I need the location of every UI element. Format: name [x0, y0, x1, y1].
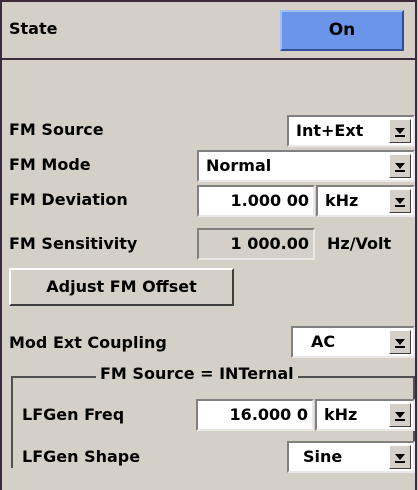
fm-deviation-unit-select[interactable]: kHz — [316, 185, 415, 217]
lfgen-freq-label: LFGen Freq — [22, 405, 125, 424]
lfgen-freq-unit-dropdown-button[interactable] — [389, 403, 411, 427]
state-label: State — [9, 19, 58, 38]
state-toggle-button[interactable]: On — [280, 10, 404, 51]
fm-source-select[interactable]: Int+Ext — [287, 115, 415, 147]
chevron-down-icon — [395, 163, 405, 169]
fm-deviation-input[interactable]: 1.000 00 — [197, 185, 315, 217]
state-value: On — [328, 20, 356, 40]
mod-ext-coupling-label: Mod Ext Coupling — [9, 333, 167, 352]
fm-source-label: FM Source — [9, 120, 104, 139]
fm-sensitivity-value: 1 000.00 — [197, 228, 315, 260]
mod-ext-coupling-value: AC — [311, 332, 336, 351]
chevron-down-icon — [395, 128, 405, 134]
fm-mode-label: FM Mode — [9, 155, 91, 174]
fm-sensitivity-unit: Hz/Volt — [327, 234, 392, 253]
mod-ext-coupling-select[interactable]: AC — [291, 326, 415, 358]
lfgen-shape-dropdown-button[interactable] — [389, 445, 411, 469]
lfgen-shape-value: Sine — [303, 447, 343, 466]
fm-mode-value: Normal — [206, 156, 272, 175]
fm-sensitivity-label: FM Sensitivity — [9, 234, 138, 253]
chevron-down-icon — [395, 412, 405, 418]
lfgen-freq-unit-select[interactable]: kHz — [315, 399, 415, 431]
chevron-down-icon — [395, 454, 405, 460]
fm-deviation-unit: kHz — [325, 191, 359, 210]
lfgen-shape-label: LFGen Shape — [22, 447, 141, 466]
lfgen-shape-select[interactable]: Sine — [287, 441, 415, 473]
fm-deviation-label: FM Deviation — [9, 190, 128, 209]
fm-source-dropdown-button[interactable] — [389, 119, 411, 143]
mod-ext-coupling-dropdown-button[interactable] — [389, 330, 411, 354]
fm-deviation-unit-dropdown-button[interactable] — [389, 189, 411, 213]
fm-mode-dropdown-button[interactable] — [389, 154, 411, 178]
chevron-down-icon — [395, 198, 405, 204]
lfgen-freq-input[interactable]: 16.000 0 — [196, 399, 314, 431]
fm-mode-select[interactable]: Normal — [197, 150, 415, 182]
chevron-down-icon — [395, 339, 405, 345]
lfgen-freq-unit: kHz — [324, 405, 358, 424]
adjust-fm-offset-button[interactable]: Adjust FM Offset — [9, 268, 234, 306]
adjust-fm-offset-label: Adjust FM Offset — [46, 277, 197, 296]
internal-group-title: FM Source = INTernal — [96, 364, 298, 384]
fm-source-value: Int+Ext — [296, 121, 364, 140]
